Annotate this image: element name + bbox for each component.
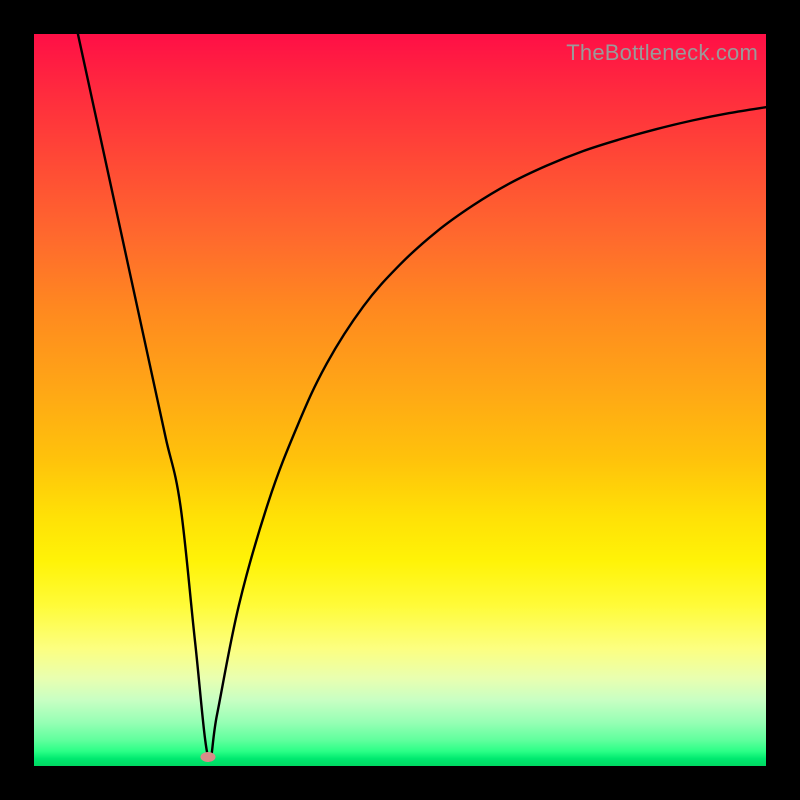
bottleneck-curve — [34, 34, 766, 766]
plot-area: TheBottleneck.com — [34, 34, 766, 766]
chart-frame: TheBottleneck.com — [0, 0, 800, 800]
minimum-marker — [201, 752, 216, 762]
